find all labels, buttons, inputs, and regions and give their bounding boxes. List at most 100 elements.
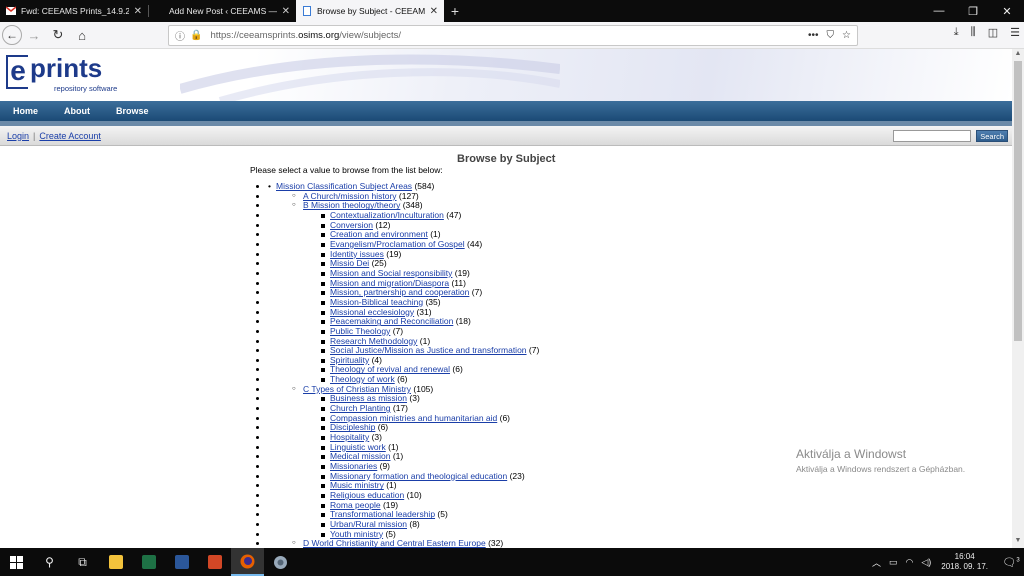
back-icon[interactable]: ← (2, 25, 22, 45)
subject-link[interactable]: Urban/Rural mission (330, 519, 407, 529)
browser-tab[interactable]: Add New Post ‹ CEEAMS — WordP ✕ (148, 0, 296, 22)
pocket-icon[interactable]: ⛉ (827, 30, 835, 41)
eprints-logo[interactable]: e prints repository software (6, 53, 117, 93)
subject-link[interactable]: Conversion (330, 220, 373, 230)
search-icon[interactable]: ⚲ (33, 548, 66, 576)
subject-link[interactable]: D World Christianity and Central Eastern… (303, 538, 486, 548)
subject-link[interactable]: Missionary formation and theological edu… (330, 471, 507, 481)
menu-about[interactable]: About (64, 106, 90, 116)
file-explorer-icon[interactable] (99, 548, 132, 576)
wifi-icon[interactable]: ◠ (906, 557, 914, 568)
bookmark-star-icon[interactable]: ☆ (842, 30, 851, 41)
subject-link[interactable]: Compassion ministries and humanitarian a… (330, 413, 497, 423)
clock[interactable]: 16:04 2018. 09. 17. (941, 552, 988, 572)
subject-link[interactable]: Discipleship (330, 422, 375, 433)
home-icon[interactable]: ⌂ (70, 23, 94, 47)
menu-icon[interactable]: ☰ (1010, 26, 1020, 39)
scrollbar-thumb[interactable] (1014, 61, 1022, 341)
subject-link[interactable]: Mission, partnership and cooperation (330, 287, 469, 297)
subject-link[interactable]: Peacemaking and Reconciliation (330, 316, 453, 326)
reload-icon[interactable]: ↻ (46, 23, 70, 47)
tab-title: Add New Post ‹ CEEAMS — WordP (169, 6, 277, 16)
subject-link[interactable]: Social Justice/Mission as Justice and tr… (330, 345, 527, 355)
subject-link[interactable]: Spirituality (330, 355, 369, 365)
subject-link[interactable]: Mission Classification Subject Areas (276, 181, 412, 191)
powerpoint-icon[interactable] (198, 548, 231, 576)
browser-tab[interactable]: Fwd: CEEAMS Prints_14.9.2018 ✕ (0, 0, 148, 22)
forward-icon[interactable]: → (22, 23, 46, 47)
subject-link[interactable]: Music ministry (330, 480, 384, 491)
subject-link[interactable]: C Types of Christian Ministry (303, 384, 411, 394)
menu-browse[interactable]: Browse (116, 106, 149, 116)
subject-link[interactable]: Contextualization/Inculturation (330, 210, 444, 220)
close-window-icon[interactable]: ✕ (990, 0, 1024, 22)
app-icon[interactable] (264, 548, 297, 576)
subject-link[interactable]: Missionaries (330, 461, 377, 471)
subject-link[interactable]: Roma people (330, 500, 381, 510)
url-bar[interactable]: ⓘ 🔒 https://ceeamsprints. osims.org/view/… (168, 25, 858, 46)
subject-link[interactable]: Missional ecclesiology (330, 307, 414, 317)
subject-link[interactable]: Theology of work (330, 374, 395, 384)
subject-link[interactable]: B Mission theology/theory (303, 200, 400, 210)
subject-link[interactable]: A Church/mission history (303, 191, 397, 201)
subject-item: Religious education (10) (268, 490, 539, 501)
close-icon[interactable]: ✕ (430, 6, 438, 17)
task-view-icon[interactable]: ⧉ (66, 548, 99, 576)
subject-link[interactable]: Business as mission (330, 393, 407, 404)
minimize-icon[interactable]: — (922, 0, 956, 22)
scroll-up-icon[interactable]: ▲ (1012, 50, 1024, 60)
subject-link[interactable]: Mission and Social responsibility (330, 268, 452, 278)
subject-count: (10) (406, 490, 422, 500)
subject-link[interactable]: Youth ministry (330, 529, 383, 539)
word-icon[interactable] (165, 548, 198, 576)
page-actions-icon[interactable]: ••• (808, 30, 819, 41)
subject-link[interactable]: Linguistic work (330, 442, 386, 452)
logo-text: prints (30, 53, 103, 83)
scroll-down-icon[interactable]: ▼ (1012, 537, 1024, 547)
login-link[interactable]: Login (7, 131, 29, 141)
subject-link[interactable]: Church Planting (330, 403, 390, 413)
info-icon[interactable]: ⓘ (175, 28, 185, 43)
new-tab-icon[interactable]: + (444, 0, 466, 22)
scrollbar[interactable]: ▲ ▼ (1012, 49, 1024, 548)
battery-icon[interactable]: ▭ (889, 557, 898, 568)
excel-icon[interactable] (132, 548, 165, 576)
subject-link[interactable]: Religious education (330, 490, 404, 500)
subject-link[interactable]: Mission-Biblical teaching (330, 297, 423, 307)
restore-icon[interactable]: ❐ (956, 0, 990, 22)
close-icon[interactable]: ✕ (282, 6, 290, 17)
search-input[interactable] (893, 130, 971, 142)
subject-count: (32) (488, 538, 504, 548)
subject-link[interactable]: Transformational leadership (330, 509, 435, 519)
menu-home[interactable]: Home (13, 106, 38, 116)
search-button[interactable]: Search (976, 130, 1008, 142)
chevron-up-icon[interactable]: ︿ (872, 556, 881, 569)
subject-link[interactable]: Creation and environment (330, 229, 428, 239)
subject-count: (18) (455, 316, 471, 327)
browser-tab-active[interactable]: Browse by Subject - CEEAMSpr ✕ (296, 0, 444, 22)
notification-icon[interactable]: 🗨3 (998, 556, 1024, 569)
volume-icon[interactable]: ◁) (921, 557, 931, 568)
library-icon[interactable]: ⫼ (971, 26, 976, 39)
subject-link[interactable]: Public Theology (330, 326, 390, 336)
subject-link[interactable]: Missio Dei (330, 258, 369, 268)
subject-link[interactable]: Hospitality (330, 432, 369, 442)
close-icon[interactable]: ✕ (134, 6, 142, 17)
subject-link[interactable]: Mission and migration/Diaspora (330, 278, 449, 288)
firefox-icon[interactable] (231, 548, 264, 576)
subject-link[interactable]: Identity issues (330, 249, 384, 259)
subject-tree: Mission Classification Subject Areas (58… (268, 181, 539, 548)
subject-link[interactable]: Theology of revival and renewal (330, 364, 450, 375)
sidebar-icon[interactable]: ◫ (988, 26, 998, 39)
subject-link[interactable]: Medical mission (330, 451, 390, 462)
subject-item: Compassion ministries and humanitarian a… (268, 413, 539, 424)
lock-icon: 🔒 (190, 30, 203, 41)
download-icon[interactable]: ⤓ (954, 26, 959, 39)
subject-link[interactable]: Evangelism/Proclamation of Gospel (330, 239, 465, 249)
tab-title: Browse by Subject - CEEAMSpr (317, 6, 425, 16)
create-account-link[interactable]: Create Account (39, 131, 101, 141)
subject-item: Evangelism/Proclamation of Gospel (44) (268, 239, 539, 250)
windows-start-icon[interactable] (0, 548, 33, 576)
subject-item: Identity issues (19) (268, 249, 539, 260)
subject-link[interactable]: Research Methodology (330, 336, 417, 346)
